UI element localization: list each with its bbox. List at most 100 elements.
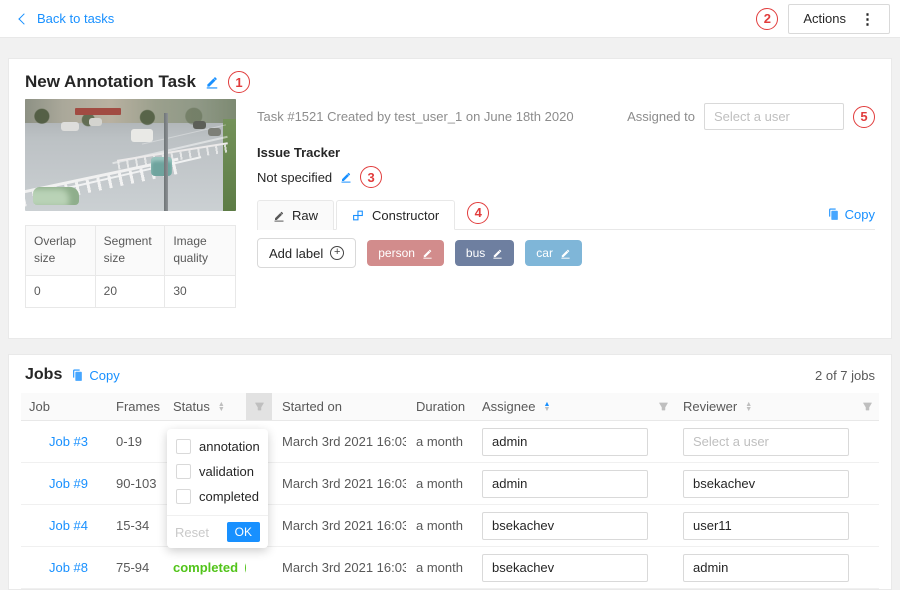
checkbox[interactable]	[176, 464, 191, 479]
param-value-segment: 20	[96, 276, 166, 307]
job-link[interactable]: Job #8	[49, 560, 88, 575]
filter-icon	[862, 401, 873, 412]
annotation-marker-3: 3	[360, 166, 382, 188]
issue-tracker-value: Not specified	[257, 170, 332, 185]
job-frames: 15-34	[116, 518, 173, 533]
labels-constructor: Add label person bus car	[257, 238, 875, 268]
job-duration: a month	[406, 434, 476, 449]
sort-icon-active	[543, 402, 550, 412]
filter-option-completed[interactable]: completed	[167, 484, 268, 509]
assignee-input[interactable]	[482, 470, 648, 498]
job-started: March 3rd 2021 16:03	[272, 434, 406, 449]
plus-circle-icon	[330, 246, 344, 260]
column-header-assignee[interactable]: Assignee	[476, 393, 649, 420]
job-status-badge: completed	[173, 560, 246, 575]
jobs-table: Job Frames Status Started on Duration As…	[21, 393, 879, 589]
jobs-count-label: 2 of 7 jobs	[815, 368, 875, 383]
assigned-to-label: Assigned to	[627, 109, 695, 124]
back-label: Back to tasks	[37, 11, 114, 26]
page-title: New Annotation Task	[25, 72, 196, 92]
jobs-card: Jobs Copy 2 of 7 jobs Job Frames Status …	[8, 354, 892, 590]
tab-constructor[interactable]: Constructor	[336, 200, 455, 230]
column-header-frames: Frames	[116, 393, 173, 420]
add-label-button[interactable]: Add label	[257, 238, 356, 268]
job-started: March 3rd 2021 16:03	[272, 560, 406, 575]
issue-tracker-label: Issue Tracker	[257, 145, 875, 160]
back-to-tasks-link[interactable]: Back to tasks	[20, 11, 114, 26]
filter-icon	[658, 401, 669, 412]
preview-hedge	[223, 119, 236, 211]
column-header-status[interactable]: Status	[173, 393, 246, 420]
column-header-reviewer[interactable]: Reviewer	[677, 393, 853, 420]
actions-label: Actions	[803, 11, 846, 26]
task-preview-image	[25, 99, 236, 211]
job-link[interactable]: Job #9	[49, 476, 88, 491]
assignee-input[interactable]	[482, 512, 648, 540]
label-chip-car[interactable]: car	[525, 240, 582, 266]
reviewer-input[interactable]	[683, 554, 849, 582]
table-row: Job #3 0-19 March 3rd 2021 16:03 a month	[21, 421, 879, 463]
sort-icon	[745, 402, 752, 412]
annotation-marker-5: 5	[853, 106, 875, 128]
reset-filter-button[interactable]: Reset	[175, 525, 209, 540]
job-frames: 75-94	[116, 560, 173, 575]
reviewer-input[interactable]	[683, 470, 849, 498]
status-filter-dropdown: annotation validation completed Reset OK	[167, 429, 268, 548]
edit-title-icon[interactable]	[205, 75, 219, 89]
job-started: March 3rd 2021 16:03	[272, 476, 406, 491]
column-header-job: Job	[21, 393, 116, 420]
preview-pole	[164, 113, 168, 211]
filter-option-annotation[interactable]: annotation	[167, 434, 268, 459]
build-blocks-icon	[352, 209, 365, 222]
job-link[interactable]: Job #3	[49, 434, 88, 449]
edit-label-icon[interactable]	[422, 248, 433, 259]
table-row: Job #9 90-103 March 3rd 2021 16:03 a mon…	[21, 463, 879, 505]
job-frames: 90-103	[116, 476, 173, 491]
job-link[interactable]: Job #4	[49, 518, 88, 533]
more-vertical-icon	[860, 10, 875, 28]
reviewer-input[interactable]	[683, 512, 849, 540]
ok-filter-button[interactable]: OK	[227, 522, 260, 542]
edit-issue-tracker-icon[interactable]	[340, 171, 352, 183]
reviewer-filter-button[interactable]	[853, 393, 881, 420]
copy-jobs-button[interactable]: Copy	[71, 368, 119, 383]
param-header: Image quality	[165, 226, 235, 276]
task-meta-text: Task #1521 Created by test_user_1 on Jun…	[257, 109, 574, 124]
actions-button[interactable]: Actions	[788, 4, 890, 34]
edit-label-icon[interactable]	[492, 248, 503, 259]
label-chip-person[interactable]: person	[367, 240, 444, 266]
pencil-icon	[273, 210, 285, 222]
question-circle-icon[interactable]	[245, 561, 246, 575]
param-header: Overlap size	[26, 226, 96, 276]
chevron-left-icon	[18, 13, 29, 24]
edit-label-icon[interactable]	[560, 248, 571, 259]
topbar: Back to tasks 2 Actions	[0, 0, 900, 38]
jobs-heading: Jobs	[25, 366, 62, 384]
sort-icon	[218, 402, 225, 412]
preview-car	[33, 187, 79, 205]
tab-raw[interactable]: Raw	[257, 200, 334, 230]
job-duration: a month	[406, 476, 476, 491]
copy-icon	[827, 208, 840, 221]
label-chip-bus[interactable]: bus	[455, 240, 514, 266]
checkbox[interactable]	[176, 439, 191, 454]
column-header-started: Started on	[272, 393, 406, 420]
status-filter-button[interactable]	[246, 393, 272, 420]
reviewer-input[interactable]	[683, 428, 849, 456]
task-assignee-input[interactable]	[704, 103, 844, 130]
checkbox[interactable]	[176, 489, 191, 504]
assignee-input[interactable]	[482, 428, 648, 456]
job-started: March 3rd 2021 16:03	[272, 518, 406, 533]
assignee-input[interactable]	[482, 554, 648, 582]
assignee-filter-button[interactable]	[649, 393, 677, 420]
filter-option-validation[interactable]: validation	[167, 459, 268, 484]
filter-icon	[254, 401, 265, 412]
annotation-marker-4: 4	[467, 202, 489, 224]
copy-labels-button[interactable]: Copy	[827, 207, 875, 222]
preview-awning	[75, 108, 121, 115]
job-duration: a month	[406, 560, 476, 575]
task-details-card: New Annotation Task 1	[8, 58, 892, 339]
annotation-marker-2: 2	[756, 8, 778, 30]
copy-icon	[71, 369, 84, 382]
param-value-quality: 30	[165, 276, 235, 307]
